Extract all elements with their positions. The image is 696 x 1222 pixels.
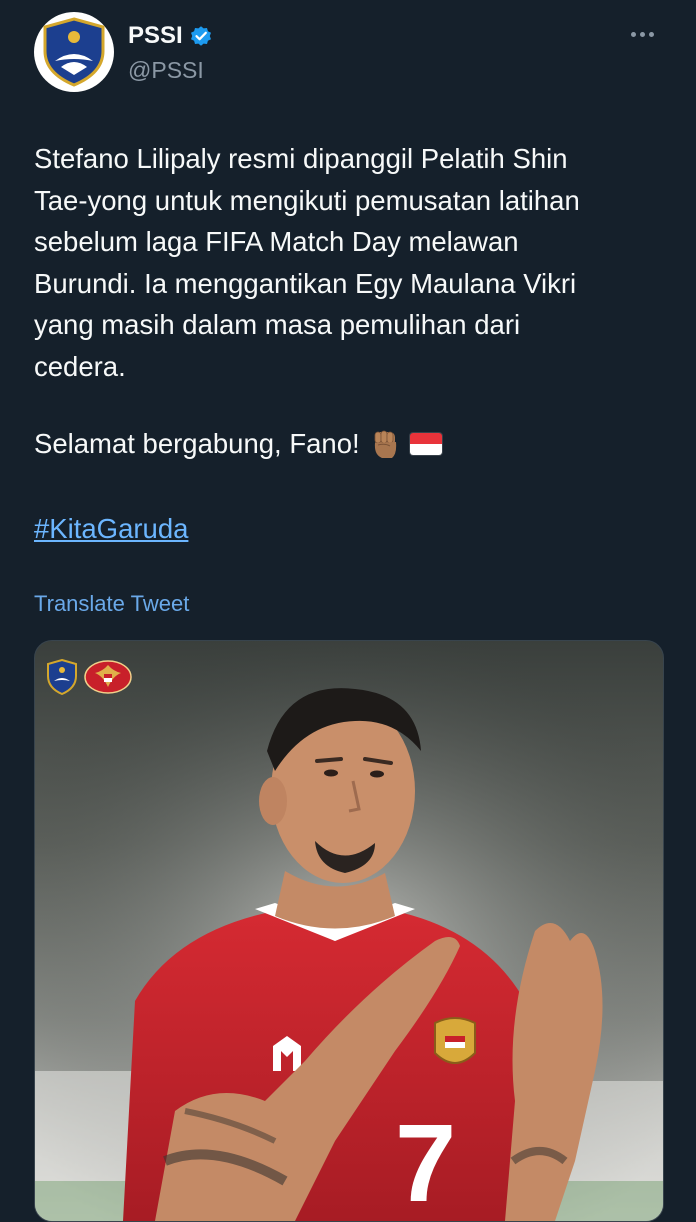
- tweet-text: Stefano Lilipaly resmi dipanggil Pelatih…: [34, 138, 664, 387]
- tweet-line: cedera.: [34, 350, 126, 382]
- jersey-number: 7: [395, 1102, 456, 1221]
- verified-badge-icon: [190, 26, 211, 46]
- dot: [630, 31, 636, 37]
- pssi-badge-icon: [47, 659, 77, 695]
- hashtag-link[interactable]: #KitaGaruda: [34, 508, 188, 550]
- garuda-badge-icon: [84, 660, 132, 694]
- pssi-logo-icon: [43, 17, 105, 87]
- flag-red: [409, 432, 442, 444]
- name-row: PSSI: [128, 22, 213, 50]
- tweet-line: yang masih dalam masa pemulihan dari: [34, 309, 521, 340]
- dot: [648, 31, 654, 37]
- tweet: PSSI @PSSI Stefano Lilipaly resmi dipang…: [0, 0, 696, 1222]
- tweet-line: Burundi. Ia menggantikan Egy Maulana Vik…: [34, 267, 577, 299]
- photo-illustration: 7: [35, 641, 663, 1221]
- indonesia-flag-emoji: [409, 432, 442, 455]
- tweet-line: Stefano Lilipaly resmi dipanggil Pelatih…: [34, 143, 568, 174]
- tweet-photo[interactable]: 7: [34, 640, 664, 1222]
- greeting-text: Selamat bergabung, Fano!: [34, 428, 360, 459]
- translate-tweet-link[interactable]: Translate Tweet: [34, 591, 189, 617]
- user-handle[interactable]: @PSSI: [128, 57, 204, 84]
- avatar[interactable]: [34, 12, 114, 92]
- tweet-line: Tae-yong untuk mengikuti pemusatan latih…: [34, 184, 580, 216]
- display-name[interactable]: PSSI: [128, 22, 183, 50]
- greeting-line: Selamat bergabung, Fano!: [34, 423, 442, 465]
- dot: [639, 31, 645, 37]
- raised-fist-emoji: [374, 430, 396, 458]
- tweet-line: sebelum laga FIFA Match Day melawan: [34, 226, 519, 257]
- flag-white: [409, 443, 442, 455]
- more-options-icon[interactable]: [622, 22, 662, 46]
